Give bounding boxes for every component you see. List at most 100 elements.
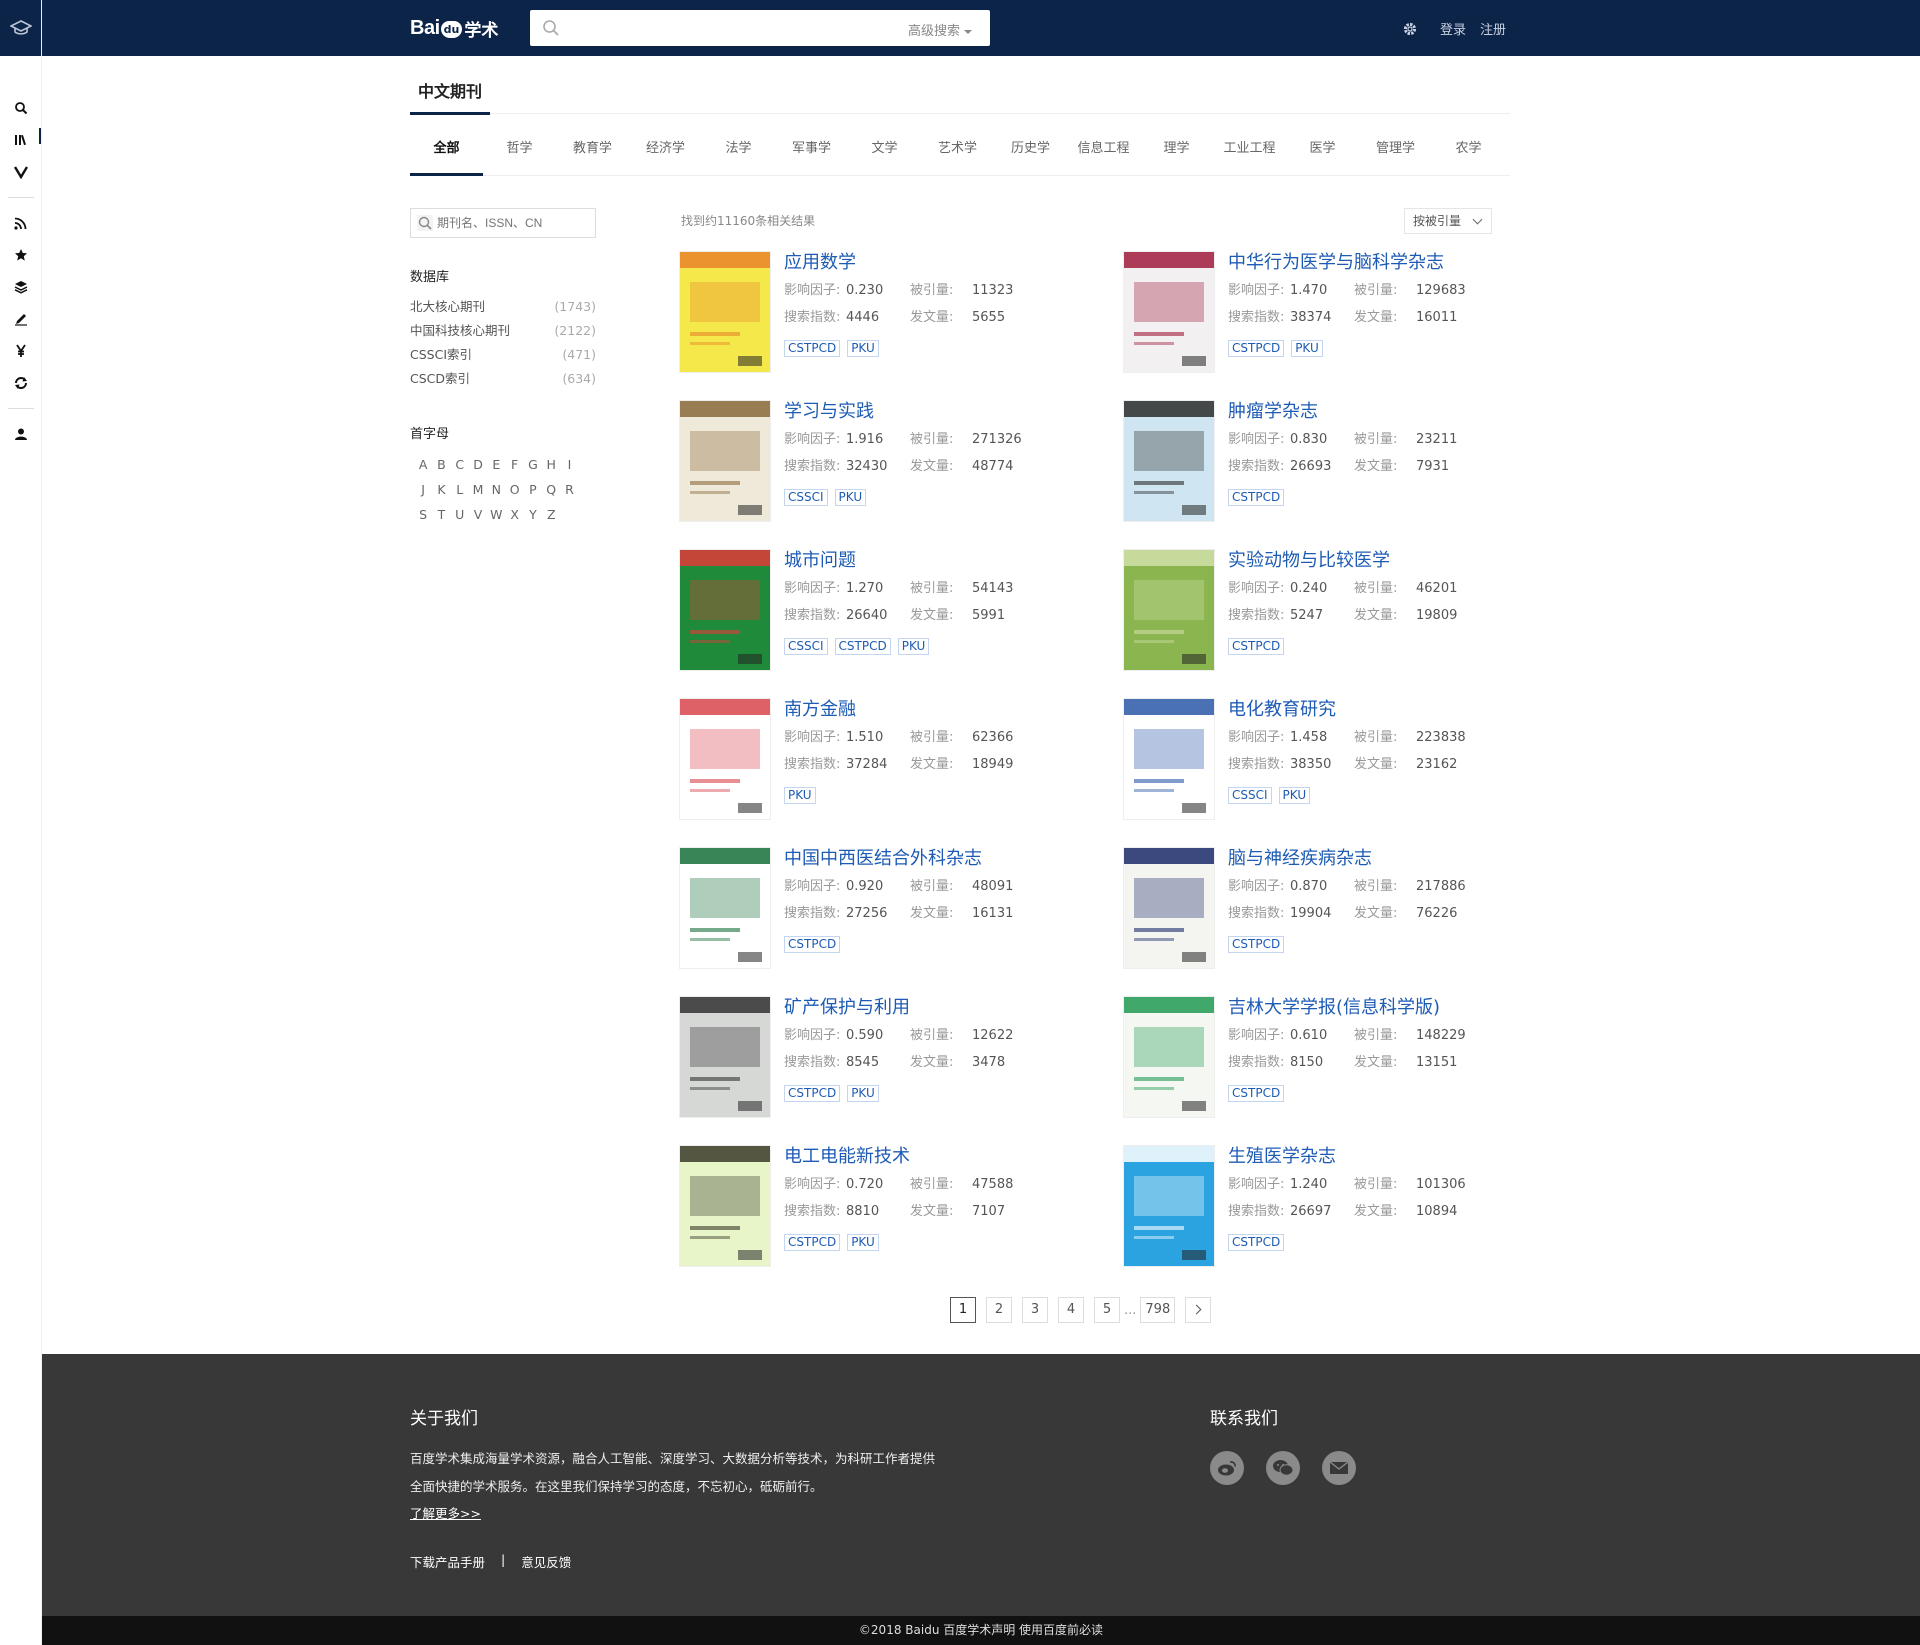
refresh-icon[interactable] [11,373,31,393]
next-page-button[interactable] [1185,1297,1212,1323]
tab-category[interactable]: 艺术学 [921,137,994,175]
letter-filter[interactable]: R [560,477,578,502]
learn-more-link[interactable]: 了解更多>> [410,1503,481,1522]
star-icon[interactable] [11,245,31,265]
journal-title-link[interactable]: 矿产保护与利用 [784,997,910,1018]
search-icon[interactable] [542,19,560,37]
weibo-icon[interactable] [1210,1451,1244,1485]
index-tag[interactable]: CSTPCD [1228,340,1285,357]
letter-filter[interactable]: E [487,452,505,477]
tab-category[interactable]: 经济学 [629,137,702,175]
journal-title-link[interactable]: 学习与实践 [784,401,874,422]
index-tag[interactable]: CSTPCD [1228,489,1285,506]
journal-cover-image[interactable] [680,550,770,670]
letter-filter[interactable]: M [469,477,487,502]
database-filter-item[interactable]: CSCD索引 (634) [410,367,596,391]
search-icon[interactable] [11,98,31,118]
index-tag[interactable]: CSTPCD [1228,1234,1285,1251]
index-tag[interactable]: CSTPCD [1228,638,1285,655]
feedback-link[interactable]: 意见反馈 [521,1552,571,1571]
tab-category[interactable]: 哲学 [483,137,556,175]
index-tag[interactable]: CSTPCD [834,638,891,655]
tab-category[interactable]: 文学 [848,137,921,175]
index-tag[interactable]: CSSCI [784,638,828,655]
search-input[interactable] [570,16,890,40]
layers-icon[interactable] [11,277,31,297]
letter-filter[interactable]: J [414,477,432,502]
index-tag[interactable]: PKU [897,638,930,655]
page-last-button[interactable]: 798 [1140,1297,1176,1323]
letter-filter[interactable]: B [432,452,450,477]
tab-category[interactable]: 工业工程 [1213,137,1286,175]
journal-cover-image[interactable] [680,848,770,968]
page-number-button[interactable]: 3 [1022,1297,1048,1323]
letter-filter[interactable]: S [414,502,432,527]
tab-category[interactable]: 理学 [1140,137,1213,175]
index-tag[interactable]: CSTPCD [784,1085,841,1102]
baidu-scholar-logo[interactable]: Bai du 学术 [410,12,498,44]
mail-icon[interactable] [1322,1451,1356,1485]
letter-filter[interactable]: D [469,452,487,477]
user-icon[interactable] [11,424,31,444]
journal-title-link[interactable]: 吉林大学学报(信息科学版) [1228,997,1440,1018]
letter-filter[interactable]: P [524,477,542,502]
journal-title-link[interactable]: 生殖医学杂志 [1228,1146,1336,1167]
journal-title-link[interactable]: 脑与神经疾病杂志 [1228,848,1372,869]
index-tag[interactable]: PKU [834,489,867,506]
search-icon[interactable] [417,215,433,231]
letter-filter[interactable]: G [524,452,542,477]
journal-title-link[interactable]: 中国中西医结合外科杂志 [784,848,982,869]
journal-cover-image[interactable] [680,1146,770,1266]
tab-category[interactable]: 信息工程 [1067,137,1140,175]
journal-cover-image[interactable] [1124,550,1214,670]
index-tag[interactable]: CSSCI [1228,787,1272,804]
wechat-icon[interactable] [1266,1451,1300,1485]
index-tag[interactable]: PKU [784,787,816,804]
login-link[interactable]: 登录 [1440,19,1466,38]
letter-filter[interactable]: C [451,452,469,477]
index-tag[interactable]: CSSCI [784,489,828,506]
rail-logo[interactable] [0,0,41,56]
index-tag[interactable]: PKU [847,340,879,357]
letter-filter[interactable]: A [414,452,432,477]
rss-icon[interactable] [11,213,31,233]
letter-filter[interactable]: L [451,477,469,502]
tab-category[interactable]: 医学 [1286,137,1359,175]
letter-filter[interactable]: K [432,477,450,502]
database-filter-item[interactable]: 中国科技核心期刊 (2122) [410,319,596,343]
letter-filter[interactable]: Q [542,477,560,502]
letter-filter[interactable]: O [505,477,523,502]
tab-category[interactable]: 全部 [410,137,483,176]
journal-cover-image[interactable] [680,401,770,521]
journal-cover-image[interactable] [1124,997,1214,1117]
journal-cover-image[interactable] [1124,252,1214,372]
journal-cover-image[interactable] [680,252,770,372]
journal-title-link[interactable]: 电工电能新技术 [784,1146,910,1167]
index-tag[interactable]: CSTPCD [784,340,841,357]
yen-icon[interactable] [11,341,31,361]
register-link[interactable]: 注册 [1480,19,1506,38]
index-tag[interactable]: CSTPCD [784,936,841,953]
journal-cover-image[interactable] [1124,1146,1214,1266]
journal-search-input[interactable] [437,213,587,233]
tab-category[interactable]: 教育学 [556,137,629,175]
database-filter-item[interactable]: CSSCI索引 (471) [410,343,596,367]
page-number-button[interactable]: 1 [950,1297,976,1323]
journal-cover-image[interactable] [1124,401,1214,521]
letter-filter[interactable]: W [487,502,505,527]
letter-filter[interactable]: Y [524,502,542,527]
index-tag[interactable]: CSTPCD [784,1234,841,1251]
index-tag[interactable]: PKU [1278,787,1311,804]
page-number-button[interactable]: 2 [986,1297,1012,1323]
page-number-button[interactable]: 4 [1058,1297,1084,1323]
letter-filter[interactable]: X [505,502,523,527]
v-icon[interactable] [11,162,31,182]
journal-cover-image[interactable] [680,997,770,1117]
tab-category[interactable]: 法学 [702,137,775,175]
index-tag[interactable]: PKU [847,1085,879,1102]
tab-category[interactable]: 军事学 [775,137,848,175]
page-number-button[interactable]: 5 [1094,1297,1120,1323]
letter-filter[interactable]: N [487,477,505,502]
journal-cover-image[interactable] [680,699,770,819]
index-tag[interactable]: CSTPCD [1228,936,1285,953]
